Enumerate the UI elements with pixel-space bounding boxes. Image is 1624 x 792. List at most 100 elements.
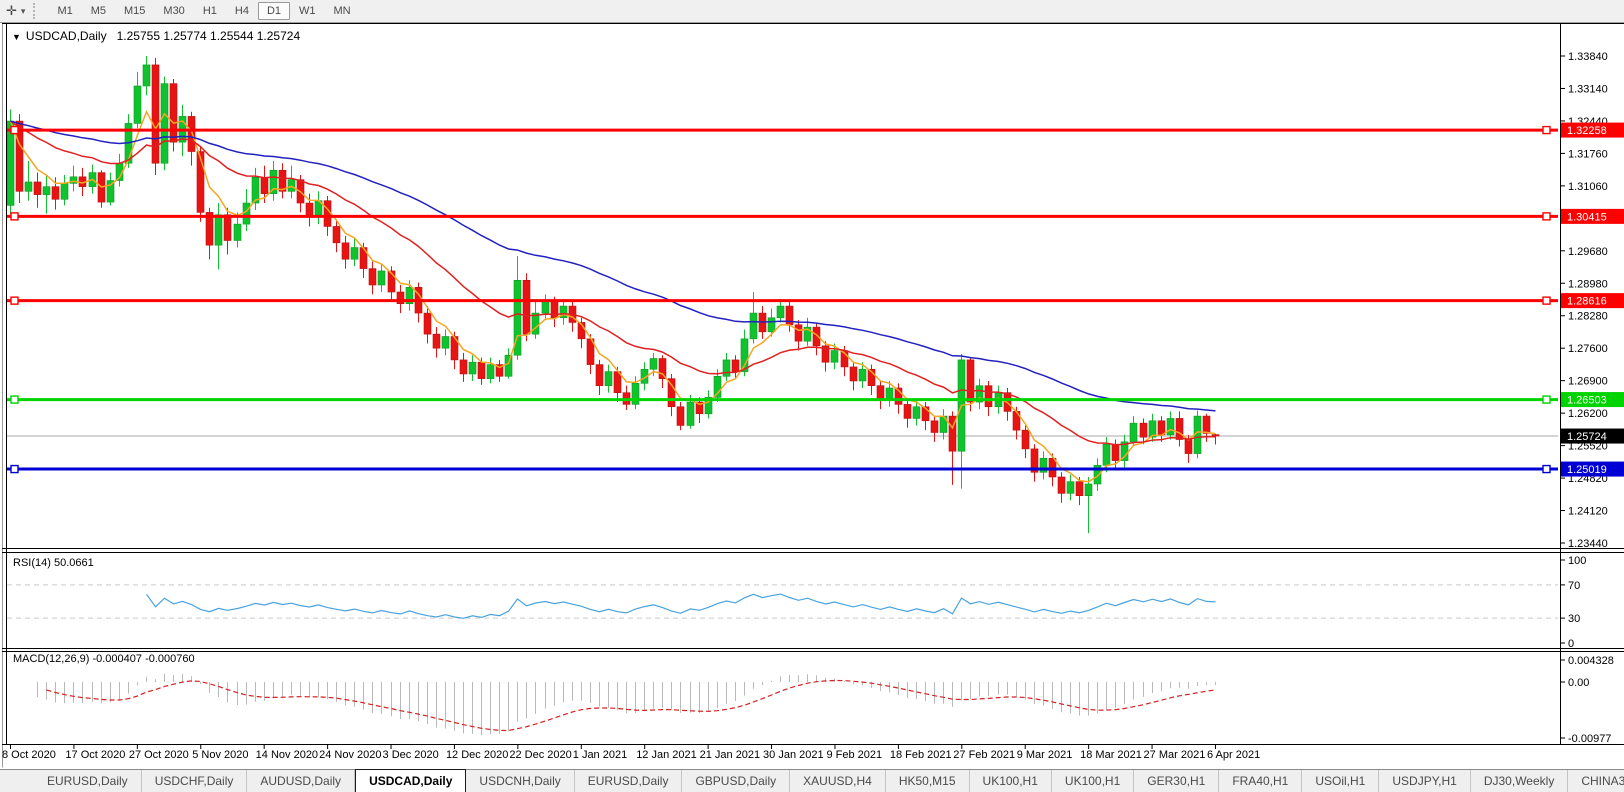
price-tick-label: 1.29680 [1568,246,1608,258]
rsi-scale-label: 30 [1568,613,1580,625]
timeframe-button-M30[interactable]: M30 [154,2,193,20]
rsi-indicator-label: RSI(14) 50.0661 [13,557,94,569]
date-tick-label: 5 Nov 2020 [192,749,248,761]
price-tick-label: 1.31060 [1568,181,1608,193]
tab-usdcnh-daily[interactable]: USDCNH,Daily [466,770,575,792]
timeframe-button-group: M1 M5 M15 M30 H1 H4 D1 W1 MN [48,2,359,20]
ma-5-line [9,109,1216,483]
level-line-1.25019[interactable]: 1.25019 [7,461,1624,477]
macd-scale-label: -0.00977 [1568,733,1611,745]
tab-usdjpy-h1[interactable]: USDJPY,H1 [1379,770,1471,792]
price-tick-label: 1.28280 [1568,311,1608,323]
rsi-scale-label: 100 [1568,555,1586,567]
ma-21-line [10,120,1216,446]
price-tick-label: 1.26900 [1568,376,1608,388]
chart-ohlc-values: 1.25755 1.25774 1.25544 1.25724 [116,29,301,43]
price-tick-label: 1.23440 [1568,538,1608,550]
rsi-line [146,593,1216,619]
timeframe-button-H4[interactable]: H4 [226,2,258,20]
macd-scale-label: 0.00 [1568,677,1589,689]
date-axis[interactable]: 8 Oct 2020 17 Oct 2020 27 Oct 2020 5 Nov 20… [2,745,1260,761]
level-price-label: 1.32258 [1567,125,1607,137]
timeframe-button-M15[interactable]: M15 [115,2,154,20]
trading-app-window: { "colors": { "bull": "#10c32e", "bear":… [0,0,1624,792]
rsi-scale-label: 0 [1568,638,1574,650]
rsi-scale-label: 70 [1568,580,1580,592]
crosshair-tool-icon[interactable]: ✛ [6,0,17,22]
svg-text:1.25724: 1.25724 [1567,431,1607,443]
tab-china300-h1[interactable]: CHINA300,H1 [1568,770,1624,792]
level-price-label: 1.25019 [1567,464,1607,476]
macd-pane: 0.004328 0.00 -0.00977 [37,655,1614,745]
timeframe-button-W1[interactable]: W1 [290,2,325,20]
date-tick-label: 18 Mar 2021 [1080,749,1142,761]
macd-histogram [37,673,1216,736]
tab-usoil-h1[interactable]: USOil,H1 [1302,770,1380,792]
price-tick-label: 1.26200 [1568,408,1608,420]
level-price-label: 1.30415 [1567,211,1607,223]
rsi-pane: 100 70 30 0 [7,555,1586,650]
macd-indicator-label: MACD(12,26,9) -0.000407 -0.000760 [13,653,195,665]
date-tick-label: 12 Jan 2021 [636,749,697,761]
price-tick-label: 1.33140 [1568,83,1608,95]
date-tick-label: 9 Mar 2021 [1017,749,1073,761]
panel-borders [2,23,1624,768]
moving-average-lines [9,109,1216,483]
toolbar-grip [33,3,40,19]
price-tick-label: 1.27600 [1568,343,1608,355]
tab-fra40-h1[interactable]: FRA40,H1 [1219,770,1303,792]
date-tick-label: 30 Jan 2021 [763,749,824,761]
date-tick-label: 21 Jan 2021 [700,749,761,761]
date-tick-label: 12 Dec 2020 [446,749,508,761]
tab-dj30-weekly[interactable]: DJ30,Weekly [1471,770,1569,792]
tab-ger30-h1[interactable]: GER30,H1 [1134,770,1220,792]
timeframe-button-D1[interactable]: D1 [257,2,290,20]
date-tick-label: 17 Oct 2020 [65,749,125,761]
timeframe-button-M5[interactable]: M5 [82,2,115,20]
macd-signal-line [46,679,1216,732]
date-tick-label: 8 Oct 2020 [2,749,56,761]
price-tick-label: 1.28980 [1568,278,1608,290]
tab-uk100-h1[interactable]: UK100,H1 [1052,770,1135,792]
date-tick-label: 1 Jan 2021 [573,749,627,761]
date-tick-label: 6 Apr 2021 [1207,749,1260,761]
toolbar: ✛ ▾ M1 M5 M15 M30 H1 H4 D1 W1 MN [0,0,1624,23]
current-price-label: 1.25724 [1561,428,1624,444]
tab-usdcad-daily[interactable]: USDCAD,Daily [355,769,467,792]
timeframe-button-M1[interactable]: M1 [48,2,81,20]
cursor-dropdown-caret-icon[interactable]: ▾ [21,6,26,17]
chart-canvas[interactable]: 1.338401.331401.324401.317601.310601.303… [0,0,1624,792]
symbol-dropdown-icon[interactable]: ▼ [12,32,21,42]
tab-usdchf-daily[interactable]: USDCHF,Daily [142,770,248,792]
date-tick-label: 9 Feb 2021 [826,749,882,761]
date-tick-label: 24 Nov 2020 [319,749,381,761]
date-tick-label: 27 Feb 2021 [953,749,1015,761]
tab-hk50-m15[interactable]: HK50,M15 [886,770,970,792]
chart-tab-bar: EURUSD,Daily USDCHF,Daily AUDUSD,Daily USDC… [0,769,1624,792]
level-line-1.28616[interactable]: 1.28616 [7,293,1624,309]
date-tick-label: 27 Oct 2020 [129,749,189,761]
date-tick-label: 3 Dec 2020 [383,749,439,761]
tab-audusd-daily[interactable]: AUDUSD,Daily [247,770,356,792]
price-tick-label: 1.33840 [1568,51,1608,63]
timeframe-button-H1[interactable]: H1 [194,2,226,20]
chart-title: ▼ USDCAD,Daily 1.25755 1.25774 1.25544 1.2… [12,29,300,43]
price-tick-label: 1.24120 [1568,506,1608,518]
tab-gbpusd-daily[interactable]: GBPUSD,Daily [682,770,791,792]
level-line-1.32258[interactable]: 1.32258 [7,122,1624,138]
chart-symbol-label: USDCAD,Daily [25,29,107,43]
level-price-label: 1.28616 [1567,296,1607,308]
date-tick-label: 18 Feb 2021 [890,749,952,761]
date-tick-label: 14 Nov 2020 [256,749,318,761]
price-tick-label: 1.31760 [1568,148,1608,160]
timeframe-button-MN[interactable]: MN [325,2,360,20]
macd-scale-label: 0.004328 [1568,655,1614,667]
level-price-label: 1.26503 [1567,395,1607,407]
tab-eurusd-daily[interactable]: EURUSD,Daily [575,770,683,792]
date-tick-label: 22 Dec 2020 [509,749,571,761]
tab-eurusd-daily[interactable]: EURUSD,Daily [34,770,142,792]
tab-uk100-h1[interactable]: UK100,H1 [970,770,1052,792]
tab-xauusd-h4[interactable]: XAUUSD,H4 [790,770,886,792]
date-tick-label: 27 Mar 2021 [1144,749,1206,761]
level-line-1.26503[interactable]: 1.26503 [7,392,1624,408]
